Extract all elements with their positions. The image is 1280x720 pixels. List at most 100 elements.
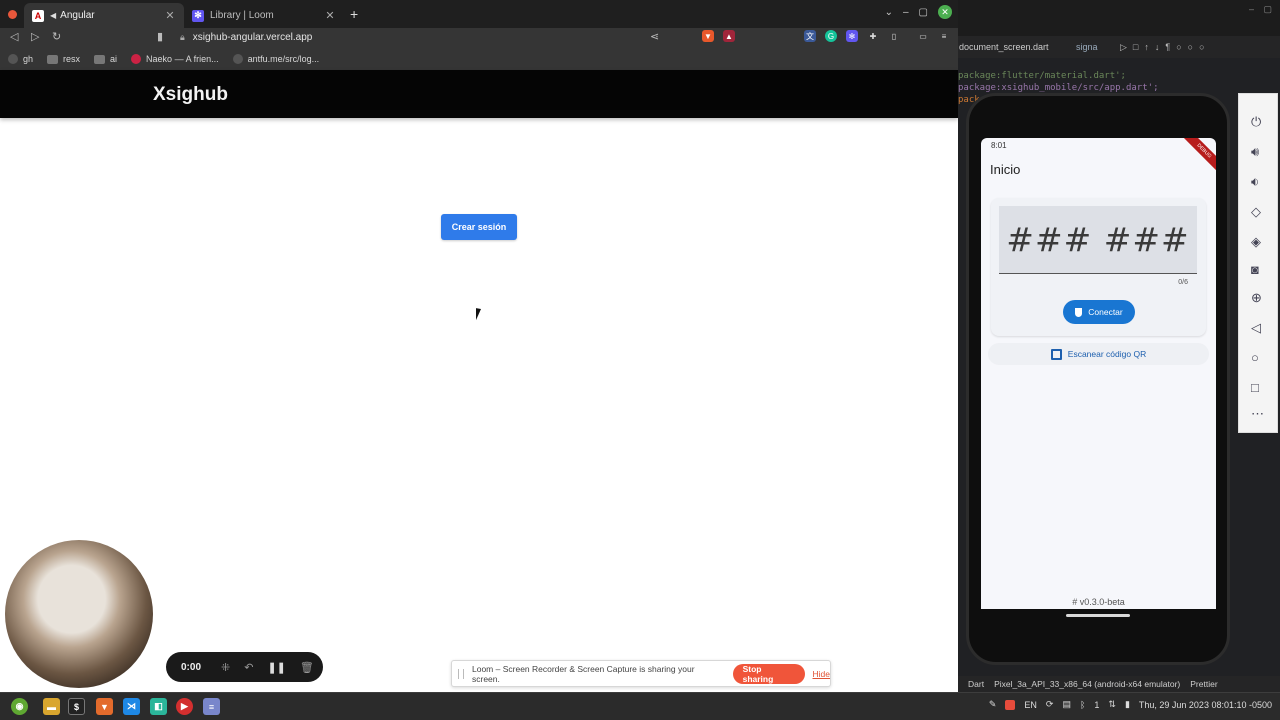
bluetooth-icon[interactable]: ᛒ <box>1080 700 1085 710</box>
bookmark-resx[interactable]: resx <box>47 54 80 64</box>
android-studio-icon[interactable]: ◧ <box>150 698 167 715</box>
network-icon[interactable]: ⇅ <box>1108 699 1116 710</box>
delete-icon[interactable]: 🗑︎ <box>300 661 314 674</box>
hide-banner-link[interactable]: Hide <box>813 669 830 679</box>
create-session-button[interactable]: Crear sesión <box>441 214 517 240</box>
volume-count[interactable]: 1 <box>1094 700 1099 710</box>
window-controls: ⌄ – ▢ ✕ <box>885 5 952 19</box>
antfu-icon <box>232 54 243 64</box>
tab-search-icon[interactable]: ⌄ <box>885 7 893 18</box>
update-icon[interactable]: ⟳ <box>1046 699 1054 710</box>
brave-browser-icon[interactable]: ▼ <box>96 698 113 715</box>
sidebar-icon[interactable]: ▯ <box>888 30 900 42</box>
volume-up-icon[interactable]: 🔊︎ <box>1251 144 1259 160</box>
ide-status-bar: Dart Pixel_3a_API_33_x86_64 (android-x64… <box>958 676 1280 692</box>
gesture-bar[interactable] <box>1066 614 1130 617</box>
brave-rewards-icon[interactable]: ▲ <box>723 30 735 42</box>
pen-icon[interactable]: ✎ <box>989 699 997 710</box>
close-window-icon[interactable]: ✕ <box>938 5 952 19</box>
minimize-icon[interactable]: – <box>1249 4 1254 14</box>
session-code-input[interactable]: ### ### <box>999 206 1197 274</box>
share-icon[interactable]: ⋖ <box>650 30 659 43</box>
naeko-icon <box>131 54 142 64</box>
url-text: xsighub-angular.vercel.app <box>192 31 313 43</box>
camera-icon[interactable]: ◙ <box>1251 262 1259 277</box>
bookmarks-bar: gh resx ai Naeko — A frien... antfu.me/s… <box>0 48 958 70</box>
zoom-icon[interactable]: ⊕ <box>1251 290 1262 306</box>
loom-extension-icon[interactable]: ✻ <box>846 30 858 42</box>
scan-qr-label: Escanear código QR <box>1067 349 1147 359</box>
files-icon[interactable]: ▬ <box>43 698 60 715</box>
drag-handle-icon[interactable] <box>458 668 464 679</box>
close-icon[interactable]: ▢ <box>1263 4 1272 15</box>
forward-icon[interactable]: ▷ <box>31 30 39 43</box>
scan-qr-button[interactable]: Escanear código QR <box>988 343 1209 365</box>
minimize-icon[interactable]: – <box>903 7 909 18</box>
power-icon[interactable]: ▮ <box>1125 699 1130 710</box>
tab-loom[interactable]: ✻ Library | Loom ✕ <box>184 3 344 28</box>
rotate-right-icon[interactable]: ◈ <box>1251 234 1261 250</box>
clipboard-icon[interactable]: ▤ <box>1062 699 1071 710</box>
wallet-icon[interactable]: ▭ <box>917 30 929 42</box>
terminal-icon[interactable]: $ <box>68 698 85 715</box>
restart-icon[interactable]: ↶ <box>244 661 253 674</box>
pause-icon[interactable]: ❚❚ <box>267 661 285 674</box>
power-icon[interactable]: ⏻ <box>1251 114 1261 130</box>
tab-angular[interactable]: A ◀ Angular ✕ <box>24 3 184 28</box>
connect-label: Conectar <box>1088 307 1123 317</box>
more-icon[interactable]: ⋯ <box>1251 406 1264 422</box>
menu-icon[interactable]: ≡ <box>938 30 950 42</box>
address-bar[interactable]: 🔒︎ xsighub-angular.vercel.app <box>180 28 665 46</box>
start-menu-icon[interactable]: ◉ <box>11 698 28 715</box>
ide-tab-document-screen[interactable]: document_screen.dart <box>959 42 1049 52</box>
clock[interactable]: Thu, 29 Jun 2023 08:01:10 -0500 <box>1139 700 1272 710</box>
stop-sharing-button[interactable]: Stop sharing <box>732 663 805 684</box>
new-tab-icon[interactable]: + <box>350 6 358 22</box>
status-dart[interactable]: Dart <box>968 679 984 689</box>
ide-tab-signature[interactable]: signa <box>1076 42 1098 52</box>
text-editor-icon[interactable]: ≡ <box>203 698 220 715</box>
bookmark-gh[interactable]: gh <box>8 54 33 64</box>
tab-title: Library | Loom <box>210 10 274 21</box>
overview-icon[interactable]: □ <box>1251 380 1259 395</box>
home-icon[interactable]: ○ <box>1251 350 1259 365</box>
close-tab-icon[interactable]: ✕ <box>324 9 336 22</box>
extensions-icon[interactable]: ✚ <box>867 30 879 42</box>
grammarly-icon[interactable]: G <box>825 30 837 42</box>
bookmark-antfu[interactable]: antfu.me/src/log... <box>232 54 319 64</box>
keyboard-layout[interactable]: EN <box>1024 700 1037 710</box>
debug-toolbar-icon[interactable]: ▷□↑↓¶○○○ <box>1120 42 1211 53</box>
bookmark-ai[interactable]: ai <box>94 54 117 64</box>
vscode-icon[interactable]: ⋊ <box>123 698 140 715</box>
bookmark-naeko[interactable]: Naeko — A frien... <box>131 54 219 64</box>
recording-indicator-icon[interactable] <box>1005 699 1016 710</box>
audio-icon[interactable]: ◀ <box>50 11 56 20</box>
taskbar: ◉ ▬ $ ▼ ⋊ ◧ ▶ ≡ ✎ EN ⟳ ▤ ᛒ 1 ⇅ ▮ Thu, 29… <box>0 692 1280 720</box>
code-line: package:flutter/material.dart'; <box>958 71 1126 81</box>
back-icon[interactable]: ◁ <box>1251 320 1261 336</box>
rotate-left-icon[interactable]: ◇ <box>1251 204 1261 220</box>
ide-tabs: document_screen.dart signa ▷□↑↓¶○○○ <box>958 36 1280 58</box>
desktop: A ◀ Angular ✕ ✻ Library | Loom ✕ + ⌄ – ▢… <box>0 0 1280 720</box>
status-device[interactable]: Pixel_3a_API_33_x86_64 (android-x64 emul… <box>994 679 1180 689</box>
ide-titlebar: – ▢ <box>958 0 1280 36</box>
app-version: # v0.3.0-beta <box>1072 597 1125 607</box>
maximize-icon[interactable]: ▢ <box>919 7 928 18</box>
drawing-tool-icon[interactable]: ⁜ <box>221 661 230 674</box>
recording-controls: 0:00 ⁜ ↶ ❚❚ 🗑︎ <box>166 652 323 682</box>
webcam-bubble[interactable] <box>5 540 153 688</box>
browser-toolbar: ◁ ▷ ↻ ▮ 🔒︎ xsighub-angular.vercel.app ⋖ … <box>0 28 958 48</box>
reload-icon[interactable]: ↻ <box>52 30 61 43</box>
volume-down-icon[interactable]: 🔉︎ <box>1251 174 1259 190</box>
mouse-cursor-icon <box>476 308 486 322</box>
media-player-icon[interactable]: ▶ <box>176 698 193 715</box>
back-icon[interactable]: ◁ <box>10 30 18 43</box>
browser-menu-icon[interactable] <box>8 10 17 19</box>
brave-shield-icon[interactable]: ▼ <box>702 30 714 42</box>
close-tab-icon[interactable]: ✕ <box>164 9 176 22</box>
connect-button[interactable]: Conectar <box>1063 300 1135 324</box>
status-prettier[interactable]: Prettier <box>1190 679 1217 689</box>
folder-icon <box>47 54 59 64</box>
bookmark-icon[interactable]: ▮ <box>157 30 163 43</box>
translate-icon[interactable]: 文 <box>804 30 816 42</box>
